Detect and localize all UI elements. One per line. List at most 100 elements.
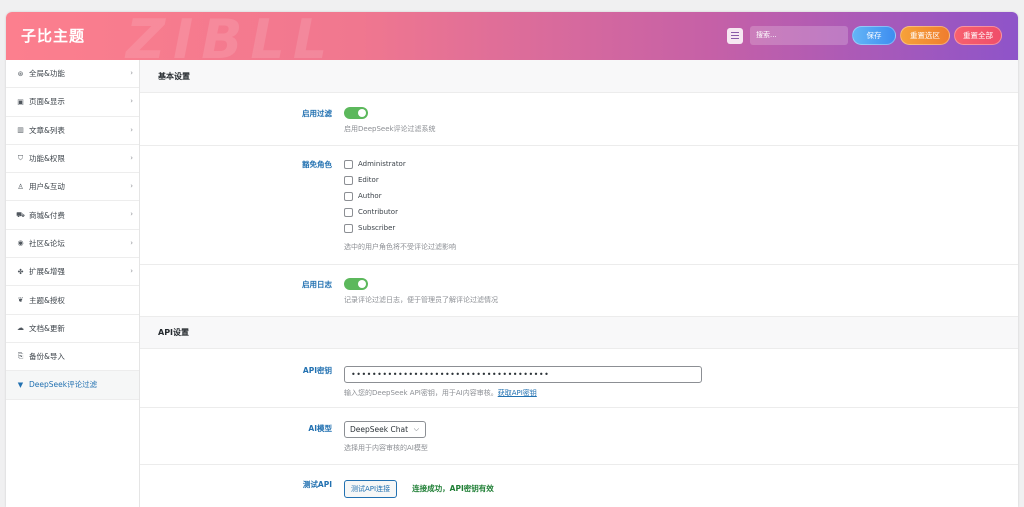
settings-panel: ZIBLL 子比主题 保存 重置选区 重置全部 ⊛ 全局&功能 › ▣ 页面&显示 › ▥ 文… [6,12,1018,507]
enable-log-desc: 记录评论过滤日志，便于管理员了解评论过滤情况 [344,296,498,304]
chevron-right-icon: › [130,182,133,191]
sidebar-item-article[interactable]: ▥ 文章&列表 › [6,117,139,145]
sidebar-item-label: 备份&导入 [29,352,65,362]
sidebar-item-label: 功能&权限 [29,154,65,164]
sidebar-deepseek-icon: ▼ [17,380,24,389]
api-key-input[interactable]: •••••••••••••••••••••••••••••••••••••• [344,366,702,383]
sidebar-global-icon: ⊛ [17,69,24,78]
sidebar-item-label: 主题&授权 [29,295,65,305]
sidebar-community-icon: ◉ [17,239,24,248]
sidebar-item-label: 扩展&增强 [29,267,65,277]
row-api-key: API密钥 ••••••••••••••••••••••••••••••••••… [140,349,1018,408]
exempt-roles-desc: 选中的用户角色将不受评论过滤影响 [344,243,456,251]
save-button[interactable]: 保存 [852,26,896,45]
sidebar-item-label: 社区&论坛 [29,238,65,248]
sidebar-item-label: 全局&功能 [29,69,65,79]
row-exempt-roles: 豁免角色 Administrator Editor Author Contributo… [140,146,1018,265]
chevron-right-icon: › [130,267,133,276]
sidebar-item-backup[interactable]: ⎘ 备份&导入 [6,343,139,372]
chevron-right-icon: › [130,125,133,134]
role-label: Author [358,192,382,200]
header-actions: 保存 重置选区 重置全部 [727,26,1002,45]
search-input[interactable] [750,26,848,45]
sidebar-item-label: 文档&更新 [29,323,65,333]
get-api-key-link[interactable]: 获取API密钥 [498,389,537,397]
sidebar-extension-icon: ✤ [17,267,24,276]
sidebar-item-function[interactable]: ⛉ 功能&权限 › [6,145,139,174]
test-api-result: 连接成功，API密钥有效 [412,484,494,493]
section-title-basic: 基本设置 [140,60,1018,93]
sidebar-item-user[interactable]: ♙ 用户&互动 › [6,173,139,202]
api-key-desc-text: 输入您的DeepSeek API密钥，用于AI内容审核。 [344,389,498,397]
row-test-api: 测试API 测试API连接 连接成功，API密钥有效 [140,465,1018,507]
ai-model-select[interactable]: DeepSeek Chat ⌵ [344,421,426,438]
chevron-right-icon: › [130,153,133,162]
sidebar-article-icon: ▥ [17,126,24,135]
api-key-desc: 输入您的DeepSeek API密钥，用于AI内容审核。获取API密钥 [344,388,702,398]
role-label: Editor [358,176,379,184]
enable-filter-toggle[interactable] [344,107,368,119]
sidebar-item-community[interactable]: ◉ 社区&论坛 › [6,230,139,259]
sidebar-page-icon: ▣ [17,97,24,106]
sidebar-item-docs[interactable]: ☁ 文档&更新 [6,315,139,343]
menu-toggle-icon[interactable] [727,27,743,44]
exempt-roles-label: 豁免角色 [302,160,332,169]
ai-model-value: DeepSeek Chat [350,425,409,434]
sidebar: ⊛ 全局&功能 › ▣ 页面&显示 › ▥ 文章&列表 › ⛉ 功能&权限 › ♙ 用户&互动 › ⛟ 商城&付… [6,60,140,507]
reset-section-button[interactable]: 重置选区 [900,26,950,45]
sidebar-shop-icon: ⛟ [16,210,25,219]
sidebar-theme-icon: ❦ [17,296,24,305]
enable-filter-label: 启用过滤 [302,109,332,118]
sidebar-item-label: 用户&互动 [29,182,65,192]
sidebar-item-label: 页面&显示 [29,97,65,107]
checkbox-box[interactable] [344,223,353,233]
role-checkbox-administrator[interactable]: Administrator [344,156,456,172]
ai-model-desc: 选择用于内容审核的AI模型 [344,444,428,452]
brand-watermark: ZIBLL [126,12,336,60]
chevron-right-icon: › [130,69,133,77]
checkbox-box[interactable] [344,159,353,169]
sidebar-item-shop[interactable]: ⛟ 商城&付费 › [6,201,139,230]
brand-title: 子比主题 [21,27,86,45]
row-ai-model: AI模型 DeepSeek Chat ⌵ 选择用于内容审核的AI模型 [140,408,1018,465]
checkbox-box[interactable] [344,191,353,201]
role-checkbox-author[interactable]: Author [344,188,456,204]
sidebar-item-global[interactable]: ⊛ 全局&功能 › [6,60,139,89]
api-key-label: API密钥 [302,366,332,375]
checkbox-box[interactable] [344,207,353,217]
sidebar-item-extension[interactable]: ✤ 扩展&增强 › [6,258,139,287]
sidebar-item-label: 文章&列表 [29,125,65,135]
reset-all-button[interactable]: 重置全部 [954,26,1002,45]
header: ZIBLL 子比主题 保存 重置选区 重置全部 [6,12,1018,60]
main-content: 基本设置 启用过滤 启用DeepSeek评论过滤系统 豁免角色 Administ… [140,60,1018,507]
section-title-api: API设置 [140,317,1018,349]
sidebar-item-label: DeepSeek评论过滤 [29,380,98,390]
sidebar-item-page[interactable]: ▣ 页面&显示 › [6,88,139,117]
chevron-right-icon: › [130,97,133,106]
test-api-label: 测试API [302,480,332,489]
role-label: Contributor [358,208,398,216]
sidebar-docs-icon: ☁ [17,324,24,333]
ai-model-label: AI模型 [308,424,332,433]
sidebar-item-deepseek[interactable]: ▼ DeepSeek评论过滤 [6,371,139,400]
sidebar-user-icon: ♙ [17,182,24,191]
enable-filter-desc: 启用DeepSeek评论过滤系统 [344,125,436,133]
chevron-right-icon: › [130,210,133,219]
role-checkbox-contributor[interactable]: Contributor [344,204,456,220]
sidebar-item-theme[interactable]: ❦ 主题&授权 [6,286,139,315]
row-enable-filter: 启用过滤 启用DeepSeek评论过滤系统 [140,93,1018,146]
sidebar-item-label: 商城&付费 [29,210,65,220]
role-label: Subscriber [358,224,396,232]
chevron-down-icon: ⌵ [413,425,419,433]
sidebar-backup-icon: ⎘ [17,352,24,361]
role-checkbox-editor[interactable]: Editor [344,172,456,188]
role-checkbox-subscriber[interactable]: Subscriber [344,220,456,236]
chevron-right-icon: › [130,238,133,247]
test-api-button[interactable]: 测试API连接 [344,480,398,498]
sidebar-function-icon: ⛉ [17,154,24,163]
checkbox-box[interactable] [344,175,353,185]
row-enable-log: 启用日志 记录评论过滤日志，便于管理员了解评论过滤情况 [140,265,1018,317]
role-label: Administrator [358,160,406,168]
enable-log-label: 启用日志 [302,280,332,289]
enable-log-toggle[interactable] [344,278,368,290]
